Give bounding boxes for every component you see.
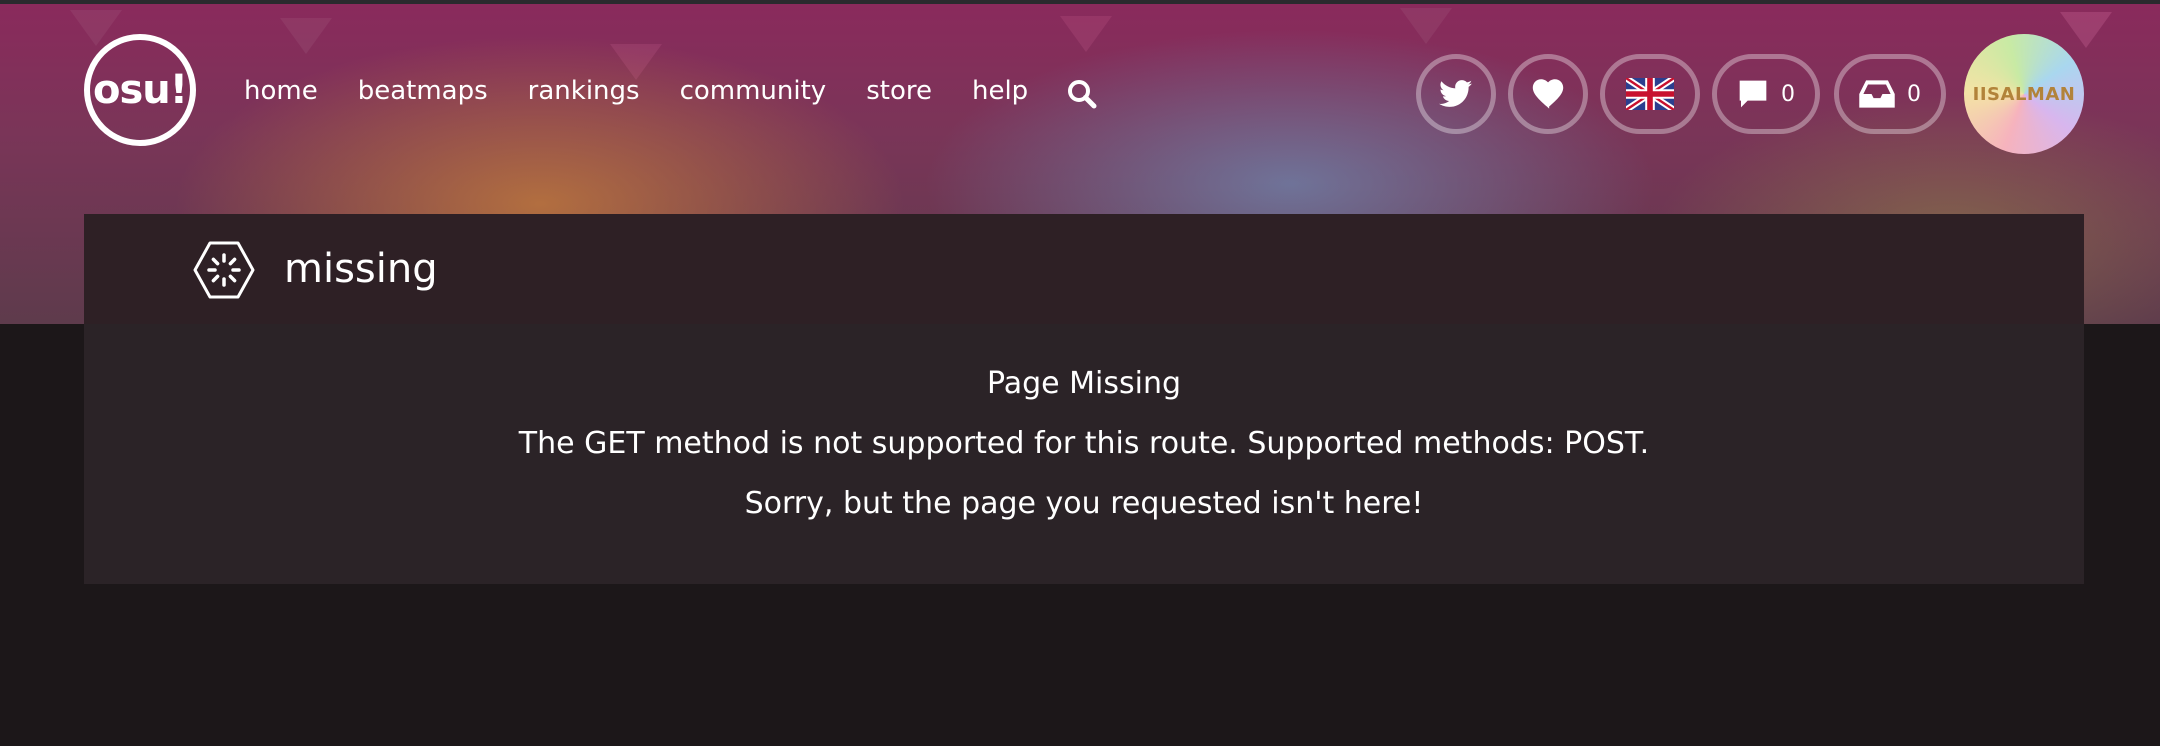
nav-item-beatmaps[interactable]: beatmaps	[358, 76, 488, 106]
chat-icon	[1739, 80, 1767, 108]
banner-triangle	[280, 18, 332, 54]
twitter-icon	[1439, 80, 1473, 107]
notifications-button[interactable]: 0	[1834, 54, 1946, 134]
logo-text: osu!	[92, 67, 188, 113]
banner-triangle	[610, 44, 662, 80]
avatar-text: IISALMAN	[1972, 83, 2076, 105]
language-button[interactable]	[1600, 54, 1700, 134]
inbox-icon	[1859, 80, 1895, 108]
notification-count: 0	[1907, 81, 1921, 107]
nav-item-store[interactable]: store	[866, 76, 932, 106]
error-apology: Sorry, but the page you requested isn't …	[744, 486, 1424, 521]
main-nav: home beatmaps rankings community store h…	[244, 76, 1028, 106]
chat-count: 0	[1781, 81, 1795, 107]
error-message: The GET method is not supported for this…	[518, 426, 1650, 461]
banner-triangle	[2060, 12, 2112, 48]
nav-item-home[interactable]: home	[244, 76, 318, 106]
support-button[interactable]	[1508, 54, 1588, 134]
chat-button[interactable]: 0	[1712, 54, 1820, 134]
error-heading: Page Missing	[986, 366, 1182, 401]
banner-triangle	[1400, 8, 1452, 44]
nav-item-rankings[interactable]: rankings	[528, 76, 640, 106]
twitter-button[interactable]	[1416, 54, 1496, 134]
page-title: missing	[284, 246, 438, 292]
nav-item-community[interactable]: community	[680, 76, 827, 106]
user-avatar[interactable]: IISALMAN	[1964, 34, 2084, 154]
heart-icon	[1532, 79, 1564, 109]
uk-flag-icon	[1626, 78, 1674, 110]
nav-item-help[interactable]: help	[972, 76, 1028, 106]
banner-triangle	[1060, 16, 1112, 52]
search-icon[interactable]	[1066, 78, 1098, 110]
error-panel: Page Missing The GET method is not suppo…	[84, 324, 2084, 584]
page-header: missing	[84, 214, 2084, 324]
osu-logo-link[interactable]: osu!	[84, 34, 196, 146]
loading-spinner-icon	[193, 241, 255, 299]
